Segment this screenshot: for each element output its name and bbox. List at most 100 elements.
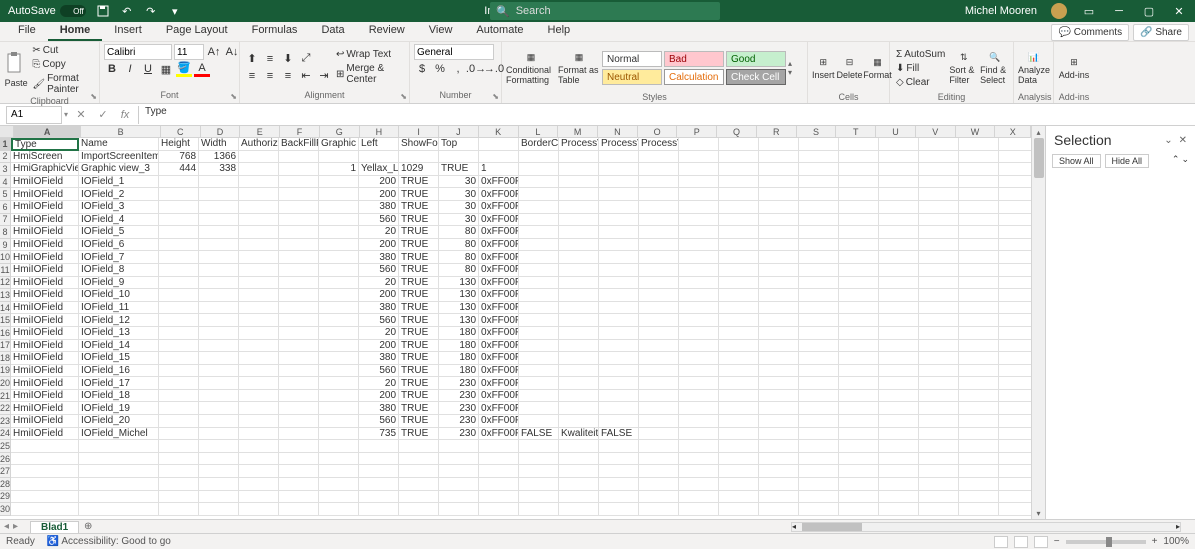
cell[interactable]: [799, 251, 839, 264]
cell[interactable]: [679, 239, 719, 252]
cell[interactable]: 130: [439, 277, 479, 290]
cell[interactable]: [319, 340, 359, 353]
cell[interactable]: [719, 163, 759, 176]
cell[interactable]: [319, 201, 359, 214]
cell[interactable]: [839, 201, 879, 214]
decrease-indent-icon[interactable]: ⇤: [298, 68, 314, 84]
name-box[interactable]: [6, 106, 62, 124]
cell[interactable]: [559, 176, 599, 189]
column-header[interactable]: K: [479, 126, 519, 137]
column-header[interactable]: H: [360, 126, 400, 137]
cell[interactable]: [519, 226, 559, 239]
cell[interactable]: HmiScreen: [11, 151, 79, 164]
cell[interactable]: TRUE: [399, 377, 439, 390]
cell[interactable]: [199, 277, 239, 290]
cell[interactable]: [599, 264, 639, 277]
add-sheet-button[interactable]: ⊕: [79, 521, 97, 532]
paste-button[interactable]: Paste: [4, 46, 28, 94]
cell[interactable]: [319, 377, 359, 390]
cell[interactable]: 0xFF00FF00: [479, 415, 519, 428]
cell[interactable]: [799, 402, 839, 415]
cell[interactable]: [239, 402, 279, 415]
row-header[interactable]: 27: [0, 465, 11, 478]
cell[interactable]: [719, 377, 759, 390]
cell[interactable]: [799, 440, 839, 453]
cell[interactable]: [319, 314, 359, 327]
cell[interactable]: [279, 352, 319, 365]
cell[interactable]: Type: [11, 138, 79, 151]
dialog-launcher-icon[interactable]: ⬊: [492, 92, 499, 101]
cell[interactable]: [599, 465, 639, 478]
cell[interactable]: [519, 188, 559, 201]
spreadsheet-grid[interactable]: ABCDEFGHIJKLMNOPQRSTUVWX 123456789101112…: [0, 126, 1031, 519]
cell[interactable]: [839, 251, 879, 264]
cell[interactable]: [799, 201, 839, 214]
cell[interactable]: [959, 377, 999, 390]
cell[interactable]: IOField_4: [79, 214, 159, 227]
cell[interactable]: [759, 503, 799, 516]
cell[interactable]: [719, 289, 759, 302]
cell[interactable]: IOField_19: [79, 402, 159, 415]
cell[interactable]: 230: [439, 428, 479, 441]
cell[interactable]: [199, 264, 239, 277]
cell[interactable]: 560: [359, 264, 399, 277]
cell[interactable]: 230: [439, 377, 479, 390]
cell[interactable]: [239, 453, 279, 466]
cell[interactable]: [839, 478, 879, 491]
cell[interactable]: [999, 302, 1031, 315]
cell[interactable]: BackFillPa: [279, 138, 319, 151]
cell[interactable]: [759, 465, 799, 478]
row-header[interactable]: 20: [0, 377, 11, 390]
cell[interactable]: [999, 503, 1031, 516]
cell[interactable]: [199, 440, 239, 453]
cell[interactable]: [319, 428, 359, 441]
row-header[interactable]: 14: [0, 302, 11, 315]
cell[interactable]: [239, 188, 279, 201]
cell[interactable]: [719, 415, 759, 428]
tab-view[interactable]: View: [417, 21, 465, 41]
cell[interactable]: [199, 226, 239, 239]
cell[interactable]: [319, 365, 359, 378]
cell[interactable]: [919, 390, 959, 403]
cell[interactable]: [919, 289, 959, 302]
cell[interactable]: [159, 214, 199, 227]
cell[interactable]: [999, 314, 1031, 327]
comma-icon[interactable]: ,: [450, 61, 466, 77]
cell[interactable]: [199, 214, 239, 227]
qat-dropdown-icon[interactable]: ▾: [168, 4, 182, 18]
cell[interactable]: [999, 365, 1031, 378]
cell[interactable]: [879, 465, 919, 478]
name-box-dropdown-icon[interactable]: ▾: [64, 110, 68, 119]
cell[interactable]: [799, 428, 839, 441]
cell[interactable]: [519, 214, 559, 227]
cell[interactable]: [159, 188, 199, 201]
cell[interactable]: TRUE: [399, 352, 439, 365]
cell[interactable]: [239, 163, 279, 176]
cell[interactable]: [199, 340, 239, 353]
cell[interactable]: [399, 491, 439, 504]
cell[interactable]: [11, 440, 79, 453]
tab-automate[interactable]: Automate: [464, 21, 535, 41]
cell[interactable]: [519, 201, 559, 214]
cell[interactable]: [679, 440, 719, 453]
cell[interactable]: [599, 201, 639, 214]
cell[interactable]: [599, 251, 639, 264]
cell[interactable]: [959, 314, 999, 327]
column-header[interactable]: M: [558, 126, 598, 137]
cell[interactable]: 768: [159, 151, 199, 164]
cell[interactable]: [639, 402, 679, 415]
cell[interactable]: [159, 453, 199, 466]
cell[interactable]: [679, 465, 719, 478]
cell[interactable]: [199, 377, 239, 390]
cell[interactable]: [319, 503, 359, 516]
cell[interactable]: [719, 402, 759, 415]
cell[interactable]: [239, 415, 279, 428]
cell[interactable]: [439, 453, 479, 466]
row-header[interactable]: 9: [0, 239, 11, 252]
cell[interactable]: [799, 465, 839, 478]
cell[interactable]: [679, 453, 719, 466]
italic-button[interactable]: I: [122, 61, 138, 77]
cell[interactable]: TRUE: [399, 277, 439, 290]
cell[interactable]: [359, 465, 399, 478]
cell[interactable]: [519, 314, 559, 327]
